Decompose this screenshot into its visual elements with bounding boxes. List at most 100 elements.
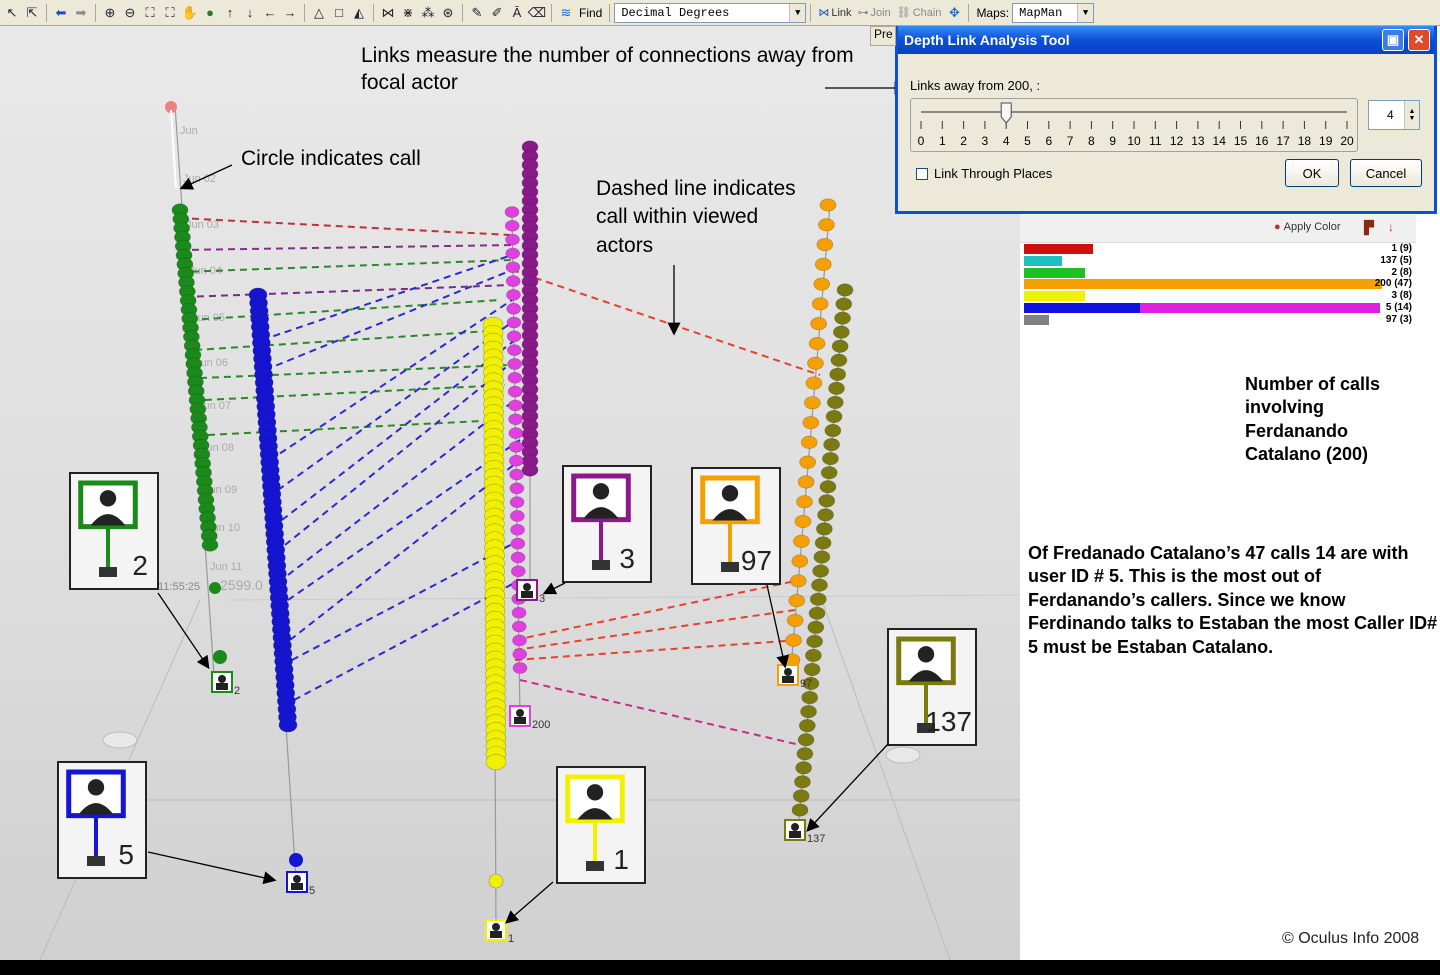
cancel-button[interactable]: Cancel [1350,159,1422,187]
arrow-up-icon[interactable]: ↑ [220,3,240,23]
arrow-right-icon[interactable]: → [280,3,300,23]
legend-row[interactable]: 200 (47) [1024,278,1414,290]
legend-bar [1024,303,1140,313]
zoom-extent-icon[interactable]: ⛶ [140,3,160,23]
map-select[interactable]: MapMan ▼ [1012,2,1095,23]
arrow-left-icon[interactable]: ← [260,3,280,23]
zoom-fit-icon[interactable]: ⛶ [160,3,180,23]
apply-color-button[interactable]: ● Apply Color [1274,221,1341,233]
forward-icon[interactable]: ➡ [71,3,91,23]
maps-label: Maps: [976,5,1010,20]
coordinate-format-value: Decimal Degrees [621,5,730,20]
layer-icon[interactable]: ◭ [349,3,369,23]
join-tool-button[interactable]: ⊶ Join [855,6,894,20]
toolbar-divider [810,3,812,22]
find-button[interactable]: Find [576,6,605,20]
call-circle [820,466,838,480]
stream-icon[interactable]: ≋ [556,3,576,23]
preview-tab[interactable]: Pre [870,26,896,46]
depth-slider[interactable]: 0 1 2 3 4 5 6 7 8 9 10 11 12 13 14 15 16 17 18 19 20 [910,98,1358,152]
globe-icon[interactable]: ● [200,3,220,23]
pan-hand-icon[interactable]: ✋ [180,3,200,23]
link-through-places-checkbox[interactable] [916,168,928,180]
slider-tick-label: 5 [1024,134,1031,148]
legend-toolbar [1020,215,1416,243]
call-circle [795,761,812,775]
call-circle [819,198,837,212]
legend-row[interactable]: 2 (8) [1024,267,1414,278]
network-search-icon[interactable]: ⊛ [438,3,458,23]
marker-icon[interactable]: ✐ [487,3,507,23]
call-circle [796,495,813,509]
call-circle [811,578,828,592]
histogram-icon[interactable]: ▛ [1364,220,1374,236]
toolbar-divider [373,3,374,22]
network-expand-icon[interactable]: ⁂ [418,3,438,23]
call-link-dashed [511,269,821,376]
call-circle [804,396,821,410]
zoom-in-icon[interactable]: ⊕ [100,3,120,23]
sort-down-icon[interactable]: ↓ [1388,220,1394,234]
ok-button[interactable]: OK [1285,159,1339,187]
rectangle-icon[interactable]: □ [329,3,349,23]
coordinate-format-select[interactable]: Decimal Degrees ▼ [614,2,807,23]
call-circle [815,257,832,271]
back-icon[interactable]: ⬅ [51,3,71,23]
legend-row[interactable]: 3 (8) [1024,290,1414,302]
chevron-down-icon[interactable]: ▼ [789,3,806,22]
zoom-out-icon[interactable]: ⊖ [120,3,140,23]
call-circle [789,574,807,588]
call-circle [826,395,844,409]
actor-body [514,717,526,724]
network-select-icon[interactable]: ⋇ [398,3,418,23]
date-label: Jun [180,125,198,137]
arrow-down-icon[interactable]: ↓ [240,3,260,23]
spread-icon[interactable]: ✥ [944,3,964,23]
actor-body [490,931,502,938]
call-circle [508,399,523,412]
call-circle [797,733,815,747]
slider-track[interactable]: 0 1 2 3 4 5 6 7 8 9 10 11 12 13 14 15 16 17 18 19 20 [911,99,1357,151]
close-button[interactable]: ✕ [1408,29,1430,51]
call-circle [512,662,528,674]
legend-label: 5 (14) [1385,302,1412,313]
select-arrow-icon[interactable]: ↖ [2,3,22,23]
actor-callout-number: 2 [132,550,148,581]
pen-icon[interactable]: ✎ [467,3,487,23]
eraser-icon[interactable]: ⌫ [527,3,547,23]
network-icon[interactable]: ⋈ [378,3,398,23]
restore-button[interactable]: ▣ [1382,29,1404,51]
legend-row[interactable]: 137 (5) [1024,255,1414,266]
call-circle [509,468,524,481]
link-tool-button[interactable]: ⋈ Link [815,6,854,20]
annotation-arrow [505,881,554,924]
spinner-arrows-icon[interactable]: ▲ ▼ [1404,101,1419,129]
legend-bar [1024,279,1382,290]
legend-label: 200 (47) [1374,278,1412,290]
join-tool-label: Join [870,6,891,19]
legend-row[interactable]: 97 (3) [1024,314,1414,325]
legend-row[interactable]: 5 (14) [1024,302,1414,313]
slider-tick-label: 17 [1276,134,1290,148]
legend-bar-accent [1140,303,1380,313]
text-icon[interactable]: Ā [507,3,527,23]
dialog-title-bar[interactable]: Depth Link Analysis Tool ▣ ✕ [898,26,1434,54]
annotation-arrow [157,592,210,670]
chevron-down-icon[interactable]: ▼ [1077,3,1094,22]
depth-spinner[interactable]: 4 ▲ ▼ [1368,100,1420,130]
actor-head [492,923,500,931]
timeline-3d-view[interactable]: JunJun 02Jun 03Jun 04Jun 05Jun 06Jun 07J… [0,26,1020,960]
slider-tick-label: 7 [1067,134,1074,148]
call-circle [794,514,812,529]
slider-tick-label: 1 [939,134,946,148]
annotation-arrow [806,743,889,832]
legend-row[interactable]: 1 (9) [1024,243,1414,254]
call-circle [813,277,831,291]
call-circle [816,522,833,536]
call-circle [803,662,821,676]
depth-link-dialog: Depth Link Analysis Tool ▣ ✕ Links away … [895,26,1437,214]
actor-head [293,875,301,883]
polygon-icon[interactable]: △ [309,3,329,23]
select-help-icon[interactable]: ⇱ [22,3,42,23]
chain-tool-button[interactable]: ⛓ Chain [894,6,945,20]
